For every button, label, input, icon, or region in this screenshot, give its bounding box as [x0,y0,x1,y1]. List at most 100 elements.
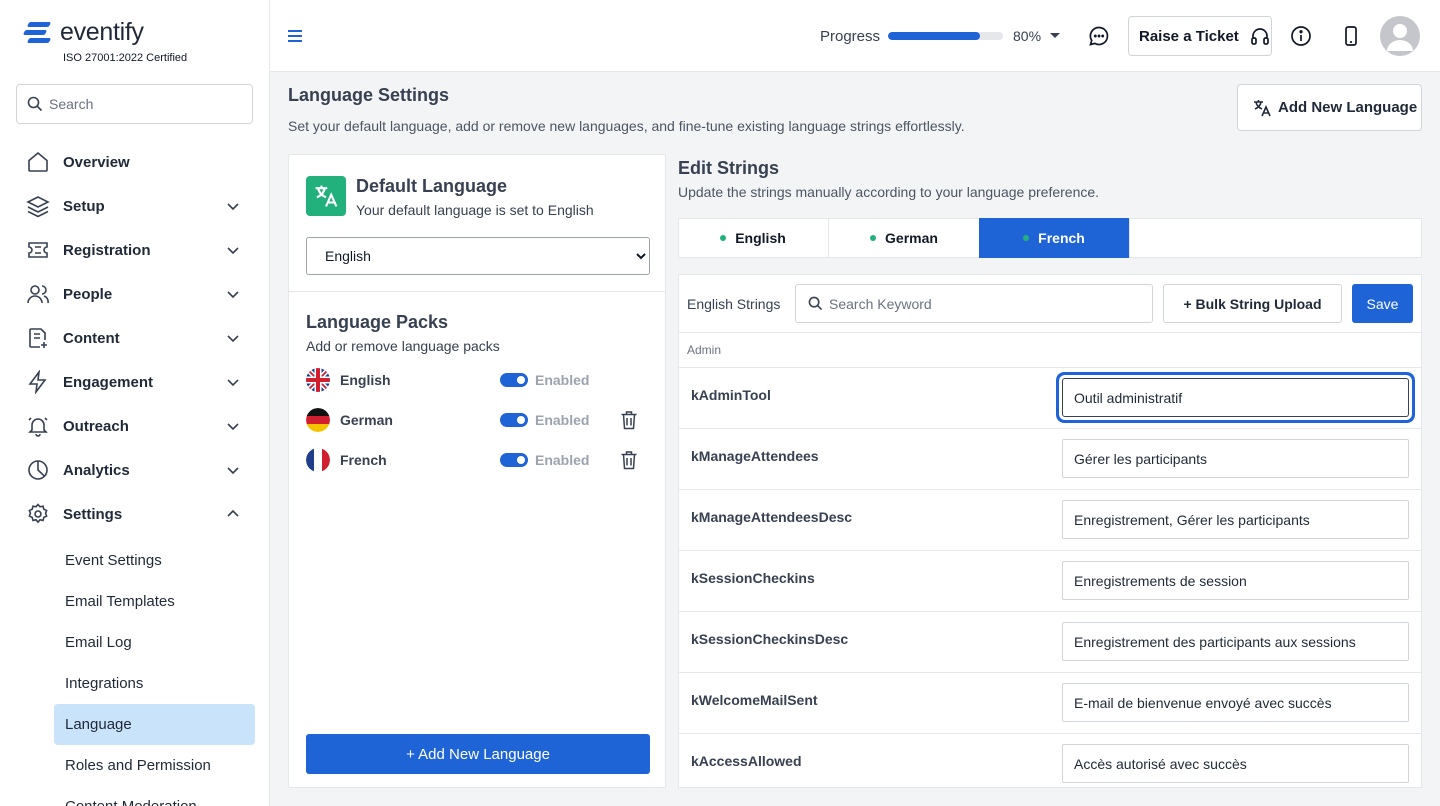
brand-logo[interactable]: eventify [22,18,144,47]
sidebar-search-input[interactable] [49,96,239,112]
default-language-select[interactable]: English [306,237,650,275]
strings-panel: English Strings + Bulk String Upload Sav… [678,274,1422,788]
edit-strings-title: Edit Strings [678,158,780,178]
progress-bar-fill [888,32,980,40]
language-pack-row: English Enabled [306,366,650,394]
tab-german[interactable]: German [829,218,980,258]
sidebar-item-setup[interactable]: Setup [0,184,269,228]
language-pack-status: Enabled [535,412,590,428]
language-pack-toggle[interactable] [500,413,528,427]
status-dot-icon [720,235,727,241]
brand-name: eventify [60,18,144,46]
string-value-input[interactable] [1062,744,1409,783]
sidebar-item-overview[interactable]: Overview [0,140,269,184]
edit-strings-description: Update the strings manually according to… [678,184,1100,200]
chevron-down-icon [227,203,239,211]
sidebar-subitem-email-templates[interactable]: Email Templates [0,581,269,622]
sidebar-item-label: People [63,285,113,303]
sidebar-item-label: Outreach [63,417,129,435]
layers-icon [26,196,50,218]
add-new-language-primary-button[interactable]: + Add New Language [306,734,650,774]
sidebar-item-settings[interactable]: Settings [0,492,269,536]
string-value-input[interactable] [1062,500,1409,539]
string-value-input[interactable] [1062,439,1409,478]
sidebar-subitem-language[interactable]: Language [54,704,255,745]
info-icon[interactable] [1290,25,1312,47]
sidebar-item-label: Analytics [63,461,130,479]
trash-icon[interactable] [620,450,638,470]
string-value-input[interactable] [1062,561,1409,600]
france-flag-icon [306,448,330,472]
sidebar-subitem-event-settings[interactable]: Event Settings [0,540,269,581]
language-panel: Default Language Your default language i… [288,154,666,788]
sidebar-item-analytics[interactable]: Analytics [0,448,269,492]
sidebar-subitem-content-moderation[interactable]: Content Moderation [0,786,269,806]
save-button[interactable]: Save [1352,284,1413,323]
string-row: kManageAttendeesDesc [679,489,1421,550]
chevron-up-icon [227,509,239,517]
germany-flag-icon [306,408,330,432]
language-pack-name: German [340,412,393,428]
gear-icon [28,503,48,524]
tab-french[interactable]: French [979,218,1130,258]
string-row: kAdminTool [679,367,1421,428]
language-tabs: English German French [678,218,1422,258]
sidebar-item-people[interactable]: People [0,272,269,316]
string-value-input[interactable] [1062,622,1409,661]
language-pack-toggle[interactable] [500,373,528,387]
add-new-language-button[interactable]: Add New Language [1237,84,1422,131]
search-icon [808,296,823,311]
bulk-string-upload-button[interactable]: + Bulk String Upload [1163,284,1342,323]
progress-dropdown-caret-icon[interactable] [1050,33,1060,38]
string-row: kSessionCheckins [679,550,1421,611]
sidebar-item-label: Registration [63,241,151,259]
sidebar-item-label: Engagement [63,373,154,391]
language-pack-status: Enabled [535,452,590,468]
hamburger-menu-icon[interactable] [286,27,304,45]
avatar[interactable] [1380,16,1420,56]
language-pack-toggle[interactable] [500,453,528,467]
string-key: kSessionCheckinsDesc [691,631,849,647]
raise-ticket-label: Raise a Ticket [1139,27,1239,45]
progress-value: 80% [1013,28,1042,44]
sidebar-item-label: Content [63,329,120,347]
progress-label: Progress [820,28,881,45]
raise-ticket-button[interactable]: Raise a Ticket [1128,16,1272,56]
trash-icon[interactable] [620,410,638,430]
tab-label: French [1038,230,1085,246]
string-key: kAdminTool [691,387,771,403]
sidebar-item-registration[interactable]: Registration [0,228,269,272]
status-dot-icon [870,235,877,241]
search-icon [27,96,43,112]
string-key: kAccessAllowed [691,753,802,769]
string-key: kWelcomeMailSent [691,692,818,708]
sidebar-item-label: Settings [63,505,123,523]
mobile-phone-icon[interactable] [1340,25,1362,47]
top-bar: Progress 80% Raise a Ticket [270,0,1440,72]
keyword-search-input[interactable] [829,295,1149,312]
sidebar-subitem-roles-and-permission[interactable]: Roles and Permission [0,745,269,786]
language-pack-status: Enabled [535,372,590,388]
string-value-input[interactable] [1062,378,1409,417]
keyword-search[interactable] [795,284,1153,323]
add-new-language-label: Add New Language [1278,99,1418,116]
sidebar-item-label: Overview [63,153,130,171]
sidebar-nav: Overview Setup Registration People Conte… [0,140,269,806]
language-pack-name: English [340,372,391,388]
string-row: kAccessAllowed [679,733,1421,787]
tab-english[interactable]: English [678,218,829,258]
chevron-down-icon [227,335,239,343]
chevron-down-icon [227,247,239,255]
chat-icon[interactable] [1088,25,1110,47]
page-title: Language Settings [288,85,450,105]
sidebar: eventify ISO 27001:2022 Certified Overvi… [0,0,270,806]
sidebar-item-content[interactable]: Content [0,316,269,360]
sidebar-search[interactable] [16,84,253,124]
chevron-down-icon [227,423,239,431]
sidebar-item-engagement[interactable]: Engagement [0,360,269,404]
string-value-input[interactable] [1062,683,1409,722]
sidebar-subitem-integrations[interactable]: Integrations [0,663,269,704]
sidebar-item-outreach[interactable]: Outreach [0,404,269,448]
strings-toolbar-label: English Strings [687,296,781,312]
sidebar-subitem-email-log[interactable]: Email Log [0,622,269,663]
